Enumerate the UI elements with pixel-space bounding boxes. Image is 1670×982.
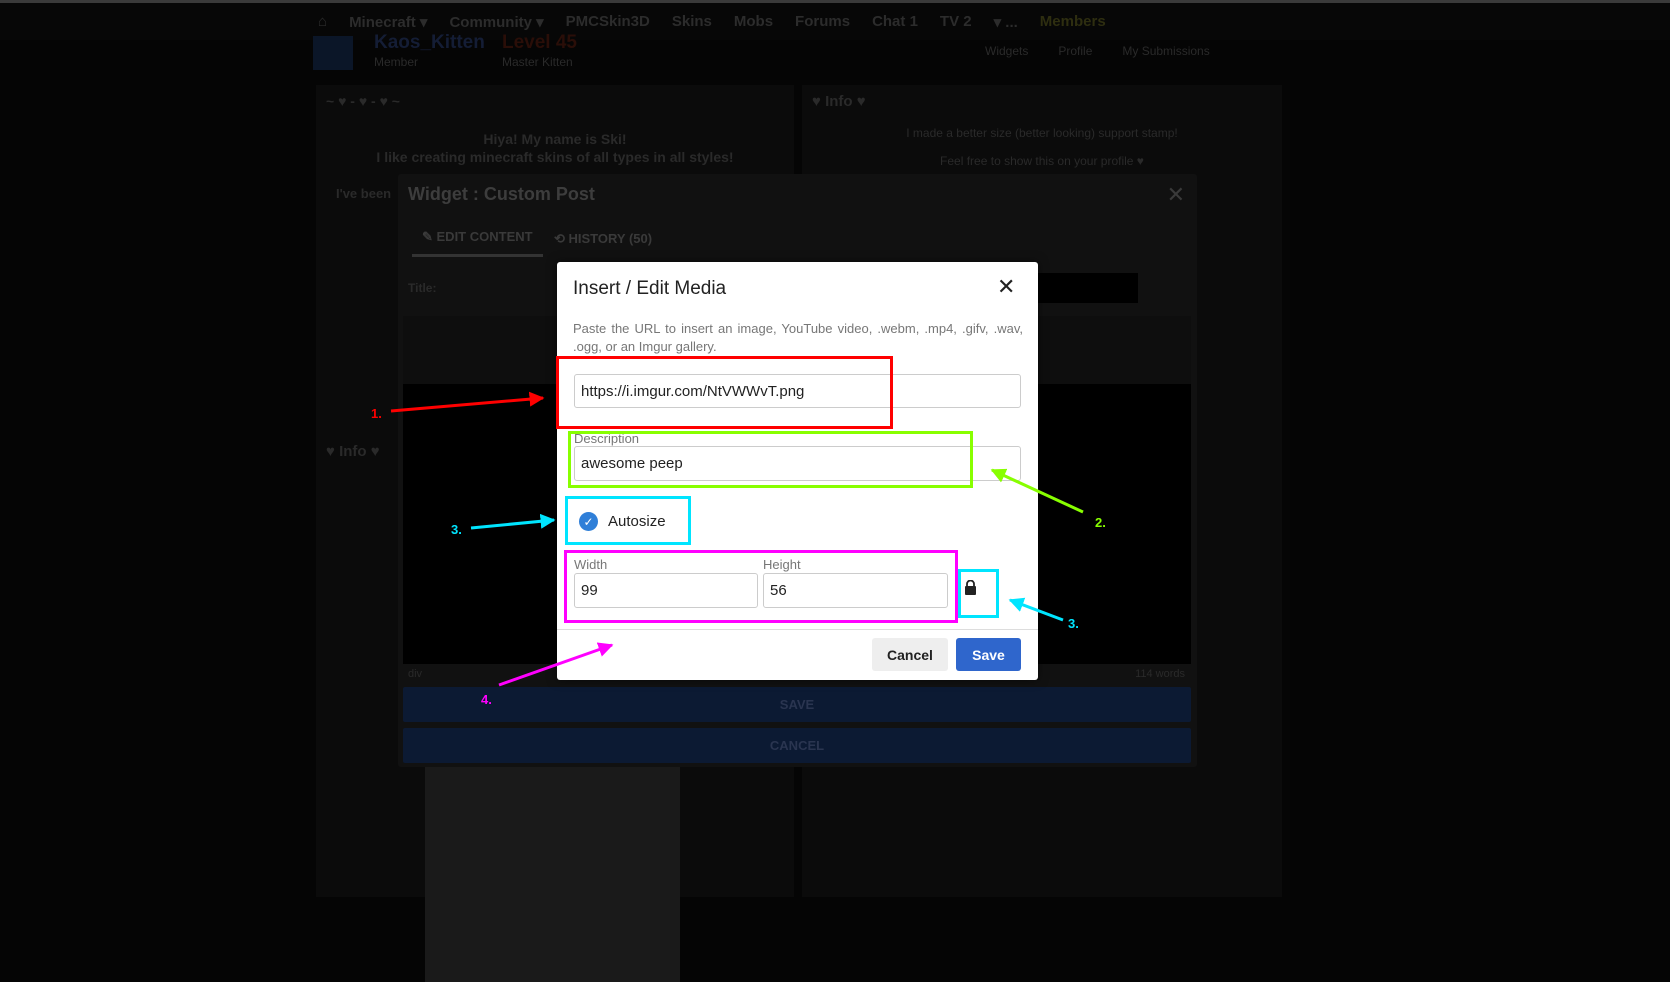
annotation-label-3b: 3. <box>1068 616 1079 631</box>
arrow-4 <box>498 642 614 687</box>
annotation-label-4: 4. <box>481 692 492 707</box>
arrow-3b <box>1008 597 1064 622</box>
annotation-arrows <box>390 391 1084 687</box>
annotation-label-1: 1. <box>371 406 382 421</box>
arrow-1 <box>390 391 545 413</box>
annotation-label-3a: 3. <box>451 522 462 537</box>
arrow-3a <box>470 513 556 530</box>
annotation-label-2: 2. <box>1095 515 1106 530</box>
arrow-2 <box>990 468 1084 514</box>
